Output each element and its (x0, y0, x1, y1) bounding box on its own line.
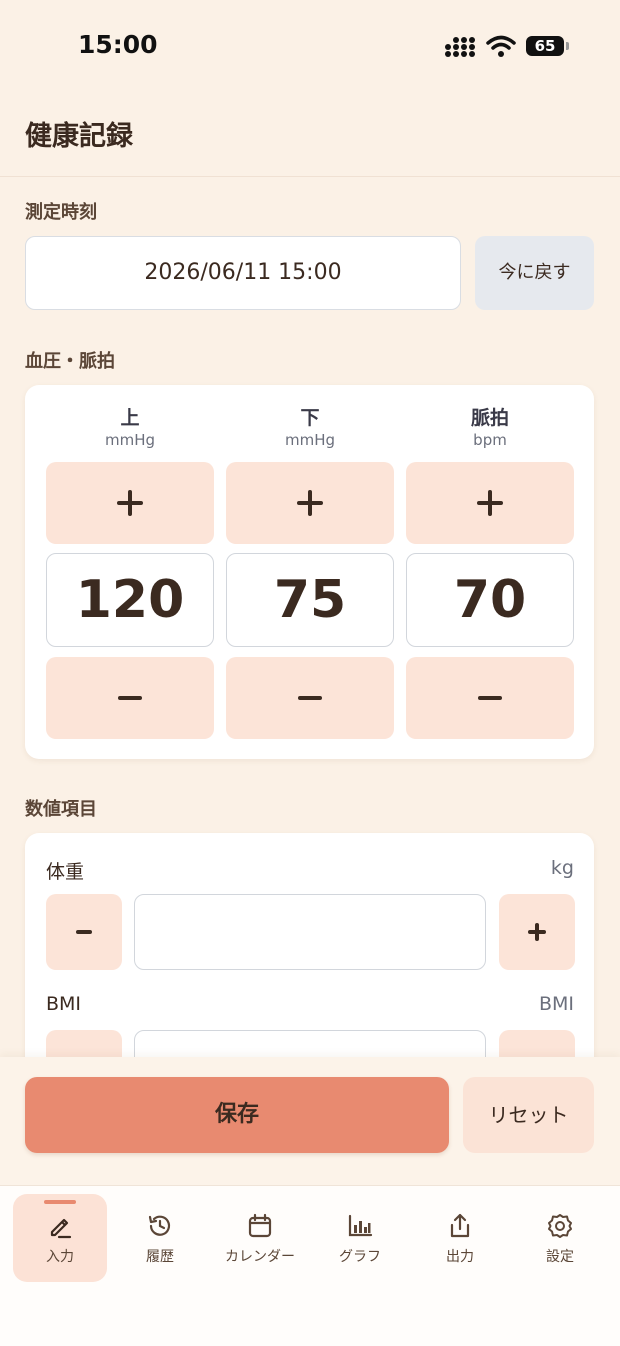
diastolic-decrement-button[interactable] (226, 657, 394, 739)
diastolic-unit: mmHg (284, 431, 336, 449)
minus-icon (118, 696, 142, 700)
signal-icon (445, 37, 475, 57)
systolic-decrement-button[interactable] (46, 657, 214, 739)
plus-icon (528, 923, 546, 941)
reset-button[interactable]: リセット (463, 1077, 594, 1153)
tab-label: 設定 (546, 1249, 574, 1265)
diastolic-increment-button[interactable] (226, 462, 394, 544)
save-button[interactable]: 保存 (25, 1077, 449, 1153)
systolic-unit: mmHg (104, 431, 156, 449)
pulse-increment-button[interactable] (406, 462, 574, 544)
pulse-decrement-button[interactable] (406, 657, 574, 739)
tab-graph[interactable]: グラフ (313, 1194, 407, 1282)
diastolic-column: 下 mmHg 75 (226, 385, 394, 759)
blood-pressure-label: 血圧・脈拍 (25, 351, 115, 372)
action-bar: 保存 リセット (0, 1057, 620, 1185)
status-bar: 15:00 65 (0, 0, 620, 92)
blood-pressure-card: 上 mmHg 120 下 mmHg 75 脈拍 bpm 70 (25, 385, 594, 759)
app-header: 健康記録 (0, 92, 620, 177)
diastolic-title: 下 (300, 407, 320, 429)
status-time: 15:00 (78, 30, 158, 59)
tab-history[interactable]: 履歴 (113, 1194, 207, 1282)
tab-bar: 入力 履歴 カレンダー グラフ 出力 設定 (0, 1185, 620, 1346)
pulse-title: 脈拍 (470, 407, 509, 429)
weight-decrement-button[interactable] (46, 894, 122, 970)
plus-icon (117, 490, 143, 516)
systolic-increment-button[interactable] (46, 462, 214, 544)
tab-export[interactable]: 出力 (413, 1194, 507, 1282)
wifi-icon (486, 35, 516, 57)
minus-icon (478, 696, 502, 700)
tab-label: 出力 (446, 1249, 474, 1265)
reset-to-now-button[interactable]: 今に戻す (475, 236, 594, 310)
tab-label: カレンダー (225, 1249, 295, 1265)
chart-icon (348, 1214, 373, 1237)
weight-unit: kg (550, 857, 574, 879)
pencil-icon (50, 1218, 72, 1239)
plus-icon (477, 490, 503, 516)
diastolic-value[interactable]: 75 (226, 553, 394, 647)
weight-label: 体重 (46, 861, 85, 883)
tab-label: 履歴 (146, 1249, 174, 1265)
numeric-items-label: 数値項目 (25, 799, 97, 820)
page-title: 健康記録 (25, 121, 133, 152)
tab-settings[interactable]: 設定 (513, 1194, 607, 1282)
weight-increment-button[interactable] (499, 894, 575, 970)
share-icon (450, 1213, 470, 1238)
bmi-label: BMI (46, 993, 82, 1015)
tab-label: グラフ (339, 1249, 381, 1265)
gear-icon (548, 1214, 572, 1238)
battery-icon: 65 (526, 36, 569, 56)
tab-calendar[interactable]: カレンダー (213, 1194, 307, 1282)
tab-input[interactable]: 入力 (13, 1194, 107, 1282)
pulse-column: 脈拍 bpm 70 (406, 385, 574, 759)
systolic-value[interactable]: 120 (46, 553, 214, 647)
plus-icon (297, 490, 323, 516)
systolic-title: 上 (120, 407, 140, 429)
minus-icon (298, 696, 322, 700)
tab-label: 入力 (46, 1249, 74, 1265)
pulse-unit: bpm (473, 431, 507, 449)
weight-input[interactable] (134, 894, 486, 970)
history-icon (148, 1215, 171, 1236)
measurement-time-label: 測定時刻 (25, 202, 97, 223)
pulse-value[interactable]: 70 (406, 553, 574, 647)
active-indicator (44, 1200, 76, 1204)
calendar-icon (248, 1213, 272, 1238)
systolic-column: 上 mmHg 120 (46, 385, 214, 759)
datetime-field[interactable]: 2026/06/11 15:00 (25, 236, 461, 310)
bmi-unit: BMI (538, 993, 574, 1015)
minus-icon (76, 930, 92, 934)
